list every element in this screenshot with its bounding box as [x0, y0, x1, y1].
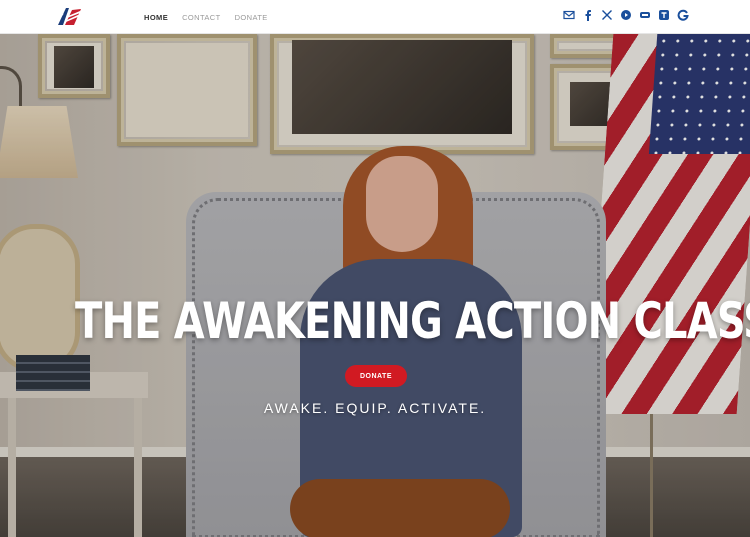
gettr-icon[interactable] [677, 9, 689, 21]
truth-social-icon[interactable] [639, 9, 651, 21]
nav-contact-link[interactable]: CONTACT [182, 13, 221, 22]
hero-section: THE AWAKENING ACTION CLASS DONATE AWAKE.… [0, 34, 750, 537]
site-header: HOME CONTACT DONATE [0, 0, 750, 34]
hero-title: THE AWAKENING ACTION CLASS [75, 292, 750, 350]
nav-home-link[interactable]: HOME [144, 13, 168, 22]
hero-overlay [0, 34, 750, 537]
rumble-icon[interactable] [620, 9, 632, 21]
email-icon[interactable] [563, 9, 575, 21]
flag-logo-icon[interactable] [56, 6, 82, 27]
main-nav: HOME CONTACT DONATE [144, 0, 268, 34]
x-twitter-icon[interactable] [601, 9, 613, 21]
nav-donate-link[interactable]: DONATE [235, 13, 268, 22]
telegram-icon[interactable] [658, 9, 670, 21]
hero-tagline: AWAKE. EQUIP. ACTIVATE. [263, 400, 487, 416]
social-links [563, 9, 689, 21]
facebook-icon[interactable] [582, 9, 594, 21]
donate-button[interactable]: DONATE [345, 365, 407, 387]
